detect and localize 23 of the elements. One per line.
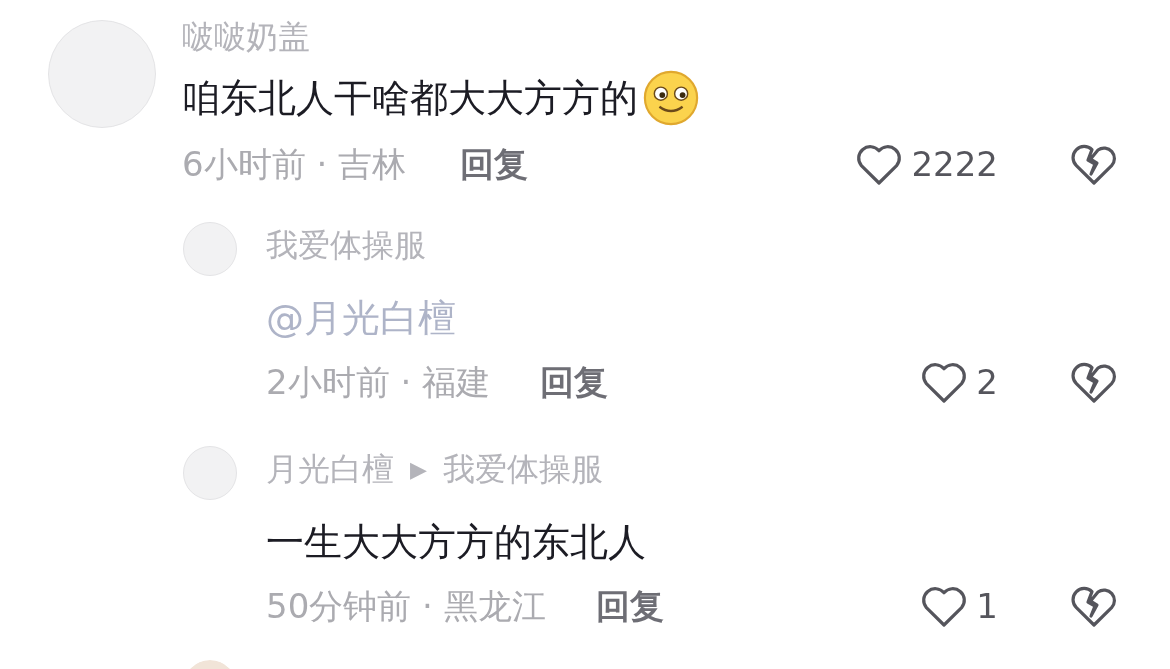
reply-link[interactable]: 回复 — [595, 580, 664, 632]
username[interactable]: 月光白檀 — [266, 445, 394, 493]
username[interactable]: 啵啵奶盖 — [182, 13, 310, 61]
heart-icon[interactable] — [920, 584, 969, 628]
reply-target[interactable]: 我爱体操服 — [442, 445, 603, 493]
time-location: 2小时前 · 福建 — [266, 360, 491, 404]
comment-text: 咱东北人干啥都大大方方的 — [182, 74, 638, 122]
reply-link[interactable]: 回复 — [460, 138, 529, 190]
heart-icon[interactable] — [920, 360, 969, 404]
comment-text: @月光白檀 — [266, 294, 456, 342]
reply-link[interactable]: 回复 — [540, 356, 609, 408]
username[interactable]: 我爱体操服 — [266, 221, 426, 269]
broken-heart-icon[interactable] — [1070, 584, 1118, 628]
time-location: 6小时前 · 吉林 — [182, 142, 407, 186]
play-icon: ▶ — [410, 452, 427, 486]
broken-heart-icon[interactable] — [1070, 360, 1118, 404]
like-count: 1 — [976, 584, 998, 628]
broken-heart-icon[interactable] — [1070, 142, 1118, 186]
like-count: 2 — [976, 360, 998, 404]
time-location: 50分钟前 · 黑龙江 — [266, 584, 546, 628]
heart-icon[interactable] — [855, 142, 904, 186]
comment-text: 一生大大方方的东北人 — [266, 518, 646, 566]
like-count: 2222 — [911, 142, 998, 186]
